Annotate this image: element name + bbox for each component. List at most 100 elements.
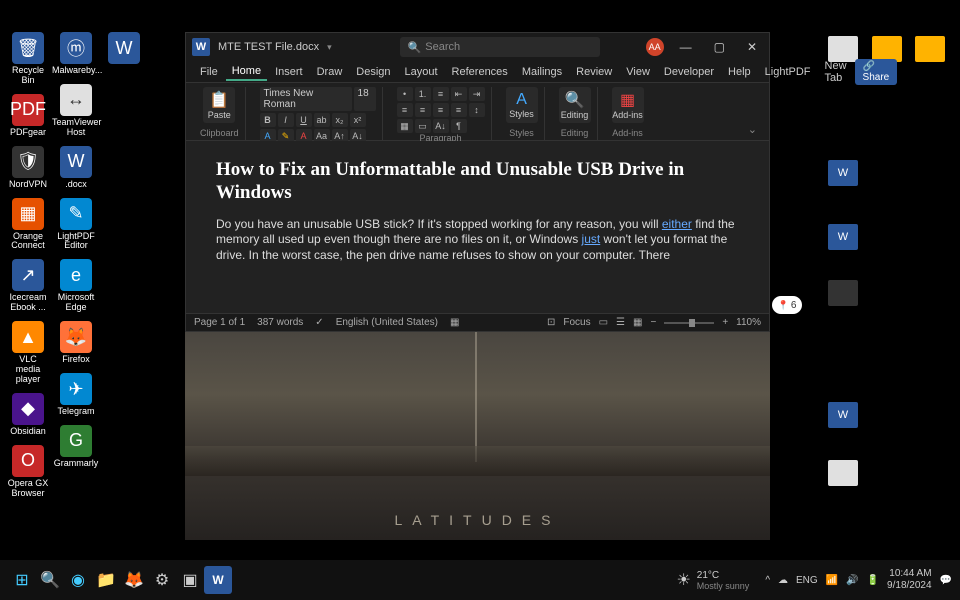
- notification-badge[interactable]: 6: [772, 296, 802, 314]
- desktop-icon-icecream-ebook-[interactable]: ↗Icecream Ebook ...: [6, 259, 50, 313]
- align-right-button[interactable]: ≡: [433, 103, 449, 117]
- maximize-button[interactable]: ▢: [708, 38, 731, 56]
- menu-file[interactable]: File: [194, 64, 224, 80]
- desktop-icon-malwareby-[interactable]: ⓜMalwareby...: [54, 32, 98, 76]
- zoom-level[interactable]: 110%: [736, 317, 761, 328]
- start-button[interactable]: ⊞: [8, 566, 36, 594]
- taskbar-search-button[interactable]: 🔍: [36, 566, 64, 594]
- superscript-button[interactable]: x²: [350, 113, 366, 127]
- taskbar-explorer-icon[interactable]: 📁: [92, 566, 120, 594]
- desktop-file[interactable]: [915, 36, 945, 62]
- desktop-icon-teamviewer-host[interactable]: ↔TeamViewer Host: [54, 84, 98, 138]
- read-mode-button[interactable]: ▭: [599, 317, 608, 328]
- tray-notifications-icon[interactable]: 💬: [940, 575, 952, 586]
- tray-wifi-icon[interactable]: 📶: [826, 575, 838, 586]
- print-layout-button[interactable]: ☰: [616, 317, 625, 328]
- desktop-icon-lightpdf-editor[interactable]: ✎LightPDF Editor: [54, 198, 98, 252]
- zoom-in-button[interactable]: +: [722, 317, 728, 328]
- desktop-file[interactable]: W: [828, 402, 858, 428]
- menu-developer[interactable]: Developer: [658, 64, 720, 80]
- taskbar-settings-icon[interactable]: ⚙: [148, 566, 176, 594]
- align-center-button[interactable]: ≡: [415, 103, 431, 117]
- menu-insert[interactable]: Insert: [269, 64, 309, 80]
- desktop-icon-file[interactable]: W: [102, 32, 146, 66]
- desktop-file[interactable]: [828, 460, 858, 486]
- taskbar-edge-icon[interactable]: ◉: [64, 566, 92, 594]
- taskbar-app-icon[interactable]: ▣: [176, 566, 204, 594]
- strike-button[interactable]: ab: [314, 113, 330, 127]
- align-left-button[interactable]: ≡: [397, 103, 413, 117]
- tray-volume-icon[interactable]: 🔊: [846, 575, 858, 586]
- font-name-select[interactable]: Times New Roman: [260, 87, 352, 111]
- menu-layout[interactable]: Layout: [399, 64, 444, 80]
- sort-button[interactable]: A↓: [433, 119, 449, 133]
- taskbar-weather[interactable]: ☀ 21°C Mostly sunny: [676, 570, 749, 591]
- paste-button[interactable]: 📋 Paste: [203, 87, 235, 123]
- zoom-slider[interactable]: [664, 322, 714, 324]
- menu-mailings[interactable]: Mailings: [516, 64, 568, 80]
- underline-button[interactable]: U: [296, 113, 312, 127]
- menu-references[interactable]: References: [446, 64, 514, 80]
- numbering-button[interactable]: 1.: [415, 87, 431, 101]
- menu-design[interactable]: Design: [350, 64, 396, 80]
- styles-button[interactable]: AStyles: [506, 87, 538, 123]
- menu-review[interactable]: Review: [570, 64, 618, 80]
- desktop-icon-opera-gx-browser[interactable]: OOpera GX Browser: [6, 445, 50, 499]
- show-marks-button[interactable]: ¶: [451, 119, 467, 133]
- spellcheck-icon[interactable]: ✓: [315, 317, 323, 328]
- desktop-icon-pdfgear[interactable]: PDFPDFgear: [6, 94, 50, 138]
- minimize-button[interactable]: —: [674, 38, 698, 56]
- search-input[interactable]: 🔍Search: [400, 37, 600, 57]
- editing-button[interactable]: 🔍Editing: [559, 87, 591, 123]
- close-button[interactable]: ✕: [741, 38, 763, 56]
- focus-mode-button[interactable]: ⊡: [547, 317, 555, 328]
- tray-chevron-icon[interactable]: ^: [765, 575, 770, 586]
- justify-button[interactable]: ≡: [451, 103, 467, 117]
- word-count[interactable]: 387 words: [257, 317, 303, 328]
- tray-battery-icon[interactable]: 🔋: [867, 575, 879, 586]
- tray-onedrive-icon[interactable]: ☁: [778, 575, 788, 586]
- bullets-button[interactable]: •: [397, 87, 413, 101]
- desktop-icon-grammarly[interactable]: GGrammarly: [54, 425, 98, 469]
- accessibility-icon[interactable]: ▦: [450, 317, 459, 328]
- subscript-button[interactable]: x₂: [332, 113, 348, 127]
- desktop-icon-obsidian[interactable]: ◆Obsidian: [6, 393, 50, 437]
- menu-view[interactable]: View: [620, 64, 656, 80]
- ribbon-collapse-button[interactable]: ⌄: [744, 119, 761, 140]
- menu-home[interactable]: Home: [226, 63, 267, 81]
- indent-inc-button[interactable]: ⇥: [469, 87, 485, 101]
- page-indicator[interactable]: Page 1 of 1: [194, 317, 245, 328]
- desktop-file[interactable]: W: [828, 224, 858, 250]
- italic-button[interactable]: I: [278, 113, 294, 127]
- desktop-icon-recycle-bin[interactable]: 🗑Recycle Bin: [6, 32, 50, 86]
- borders-button[interactable]: ▭: [415, 119, 431, 133]
- desktop-icon--docx[interactable]: W.docx: [54, 146, 98, 190]
- desktop-file[interactable]: W: [828, 160, 858, 186]
- shading-button[interactable]: ▦: [397, 119, 413, 133]
- desktop-icon-orange-connect[interactable]: ▦Orange Connect: [6, 198, 50, 252]
- bold-button[interactable]: B: [260, 113, 276, 127]
- taskbar-firefox-icon[interactable]: 🦊: [120, 566, 148, 594]
- tray-clock[interactable]: 10:44 AM 9/18/2024: [887, 568, 932, 592]
- desktop-file[interactable]: [828, 280, 858, 306]
- tray-language[interactable]: ENG: [796, 575, 818, 586]
- menu-draw[interactable]: Draw: [311, 64, 349, 80]
- desktop-icon-firefox[interactable]: 🦊Firefox: [54, 321, 98, 365]
- desktop-icon-nordvpn[interactable]: 🛡NordVPN: [6, 146, 50, 190]
- language-indicator[interactable]: English (United States): [336, 317, 438, 328]
- indent-dec-button[interactable]: ⇤: [451, 87, 467, 101]
- taskbar-word-icon[interactable]: W: [204, 566, 232, 594]
- desktop-icon-telegram[interactable]: ✈Telegram: [54, 373, 98, 417]
- zoom-out-button[interactable]: −: [650, 317, 656, 328]
- menu-help[interactable]: Help: [722, 64, 757, 80]
- web-layout-button[interactable]: ▦: [633, 317, 642, 328]
- share-button[interactable]: 🔗 Share: [855, 59, 898, 85]
- addins-button[interactable]: ▦Add-ins: [612, 87, 644, 123]
- line-spacing-button[interactable]: ↕: [469, 103, 485, 117]
- desktop-icon-microsoft-edge[interactable]: eMicrosoft Edge: [54, 259, 98, 313]
- menu-lightpdf[interactable]: LightPDF: [759, 64, 817, 80]
- user-avatar[interactable]: AA: [646, 38, 664, 56]
- multilevel-button[interactable]: ≡: [433, 87, 449, 101]
- font-size-select[interactable]: 18: [354, 87, 376, 111]
- desktop-icon-vlc-media-player[interactable]: ▲VLC media player: [6, 321, 50, 385]
